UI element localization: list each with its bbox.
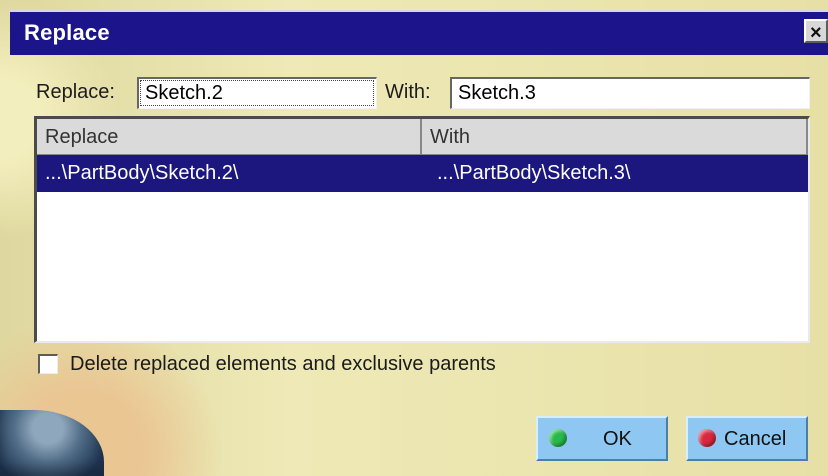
- cancel-button-label: Cancel: [724, 428, 787, 450]
- cancel-button[interactable]: Cancel: [686, 416, 808, 461]
- with-input[interactable]: Sketch.3: [450, 77, 810, 109]
- title-bar: Replace ×: [10, 10, 828, 55]
- red-circle-icon: [698, 429, 716, 447]
- replace-dialog: Replace × Replace: Sketch.2 With: Sketch…: [0, 0, 828, 476]
- table-cell-with: ...\PartBody\Sketch.3\: [437, 162, 631, 184]
- delete-checkbox[interactable]: [38, 354, 58, 374]
- dialog-title: Replace: [24, 20, 110, 45]
- replace-input[interactable]: Sketch.2: [137, 77, 377, 109]
- list-header: Replace With: [37, 119, 808, 156]
- replace-list: Replace With ...\PartBody\Sketch.2\ ...\…: [34, 116, 810, 343]
- ok-button-label: OK: [603, 428, 632, 450]
- close-icon: ×: [810, 22, 822, 44]
- green-circle-icon: [549, 429, 567, 447]
- with-label: With:: [385, 81, 431, 103]
- column-header-replace[interactable]: Replace: [37, 119, 422, 155]
- background-sphere-icon: [0, 410, 104, 476]
- ok-button[interactable]: OK: [536, 416, 668, 461]
- close-button[interactable]: ×: [804, 19, 828, 43]
- table-cell-replace: ...\PartBody\Sketch.2\: [45, 162, 239, 184]
- delete-checkbox-label: Delete replaced elements and exclusive p…: [70, 353, 496, 375]
- column-header-with[interactable]: With: [422, 119, 808, 155]
- replace-label: Replace:: [36, 81, 115, 103]
- table-row[interactable]: ...\PartBody\Sketch.2\ ...\PartBody\Sket…: [37, 155, 808, 192]
